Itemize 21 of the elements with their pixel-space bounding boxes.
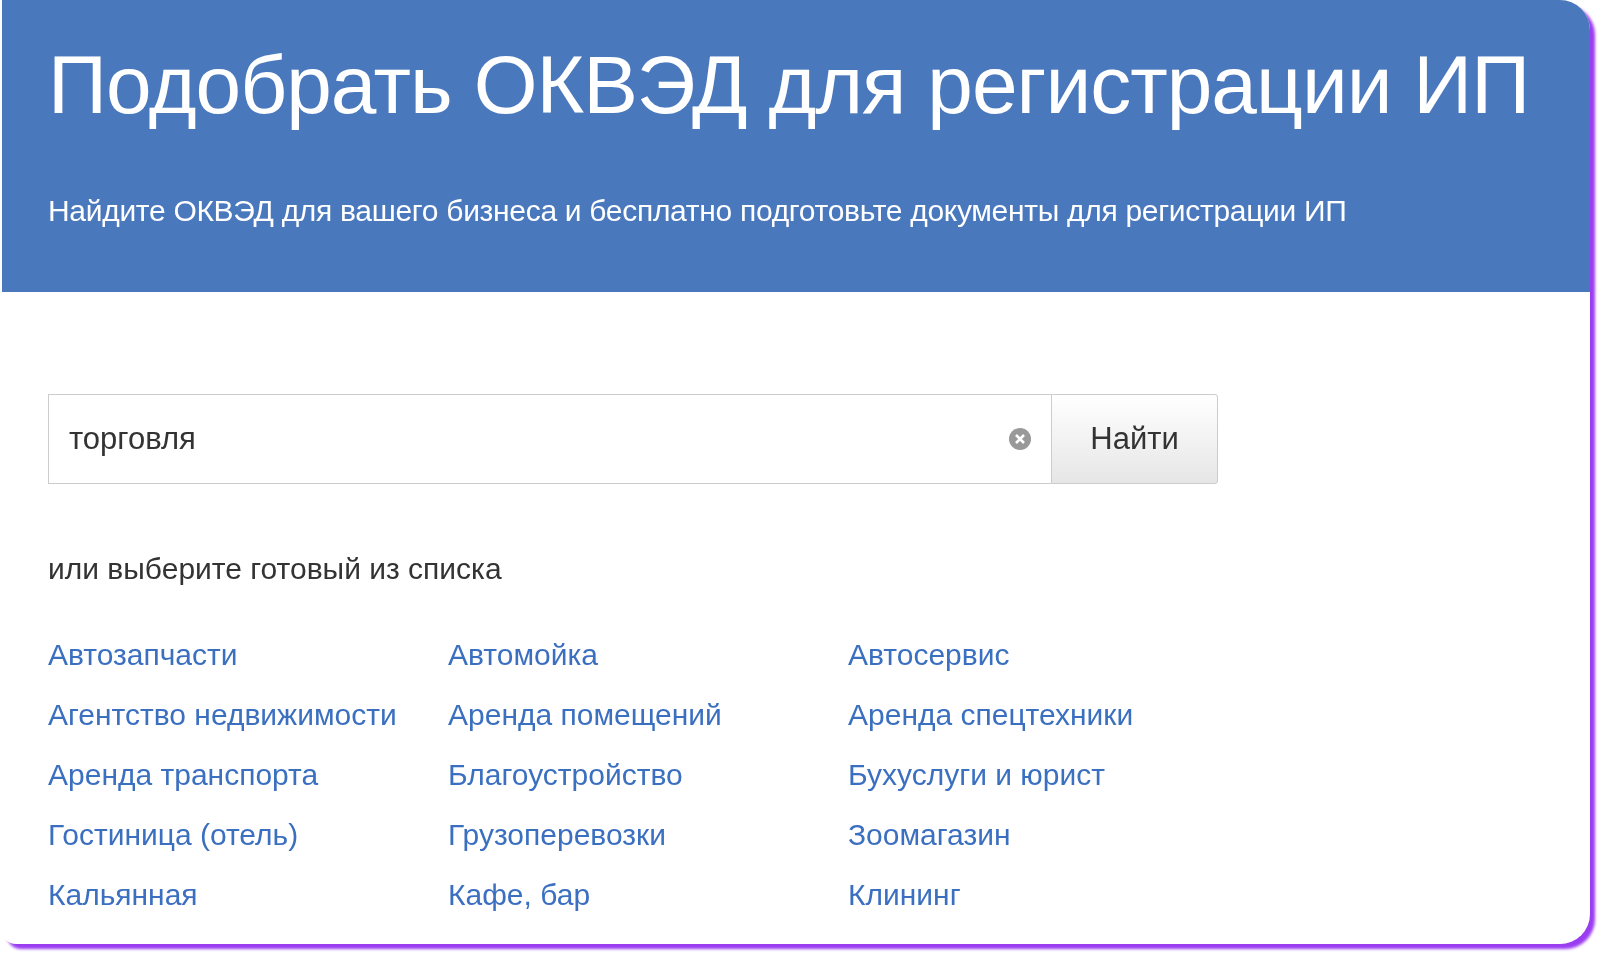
category-link[interactable]: Аренда помещений	[448, 696, 722, 734]
page-subtitle: Найдите ОКВЭД для вашего бизнеса и бесплатно подготовьте документы для регистрации ИП	[48, 194, 1348, 228]
category-link[interactable]: Автомойка	[448, 636, 598, 674]
category-link[interactable]: Бухуслуги и юрист	[848, 756, 1105, 794]
category-link[interactable]: Аренда транспорта	[48, 756, 319, 794]
clear-icon[interactable]	[1009, 428, 1031, 450]
category-link[interactable]: Клининг	[848, 876, 961, 914]
category-link[interactable]: Автосервис	[848, 636, 1010, 674]
page-title: Подобрать ОКВЭД для регистрации ИП	[48, 38, 1531, 132]
category-link[interactable]: Автозапчасти	[48, 636, 238, 674]
list-label: или выберите готовый из списка	[48, 552, 503, 586]
category-link[interactable]: Агентство недвижимости	[48, 696, 397, 734]
category-link[interactable]: Грузоперевозки	[448, 816, 666, 854]
category-link[interactable]: Кафе, бар	[448, 876, 591, 914]
category-link[interactable]: Гостиница (отель)	[48, 816, 299, 854]
search-field[interactable]: торговля	[48, 394, 1051, 484]
category-link[interactable]: Зоомагазин	[848, 816, 1011, 854]
category-link[interactable]: Кальянная	[48, 876, 198, 914]
category-link[interactable]: Благоустройство	[448, 756, 683, 794]
category-link[interactable]: Аренда спецтехники	[848, 696, 1134, 734]
search-button[interactable]: Найти	[1051, 394, 1218, 484]
